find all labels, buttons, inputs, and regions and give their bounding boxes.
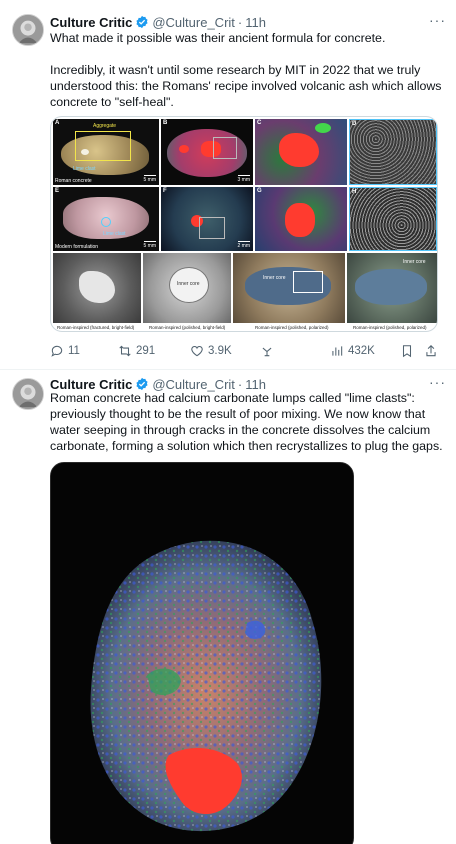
panel-a: A Aggregate Lime clast Roman concrete 5 … bbox=[53, 119, 159, 185]
scale-bar: 3 mm bbox=[237, 175, 250, 183]
tweet-image-lime-clast[interactable] bbox=[50, 462, 354, 844]
tweet-2[interactable]: Culture Critic @Culture_Crit · 11h ··· R… bbox=[0, 370, 456, 844]
aggregate-label: Aggregate bbox=[93, 123, 117, 129]
panel-d: D bbox=[349, 119, 437, 185]
tweet-text-paragraph: Incredibly, it wasn't until some researc… bbox=[50, 63, 442, 109]
bookmark-button[interactable] bbox=[400, 344, 414, 358]
panel-label: C bbox=[257, 120, 262, 126]
reply-count: 11 bbox=[68, 345, 80, 357]
figure-caption: Roman-inspired (polished, polarized) bbox=[255, 325, 329, 330]
lime-clast-label: Lime clast bbox=[73, 166, 96, 172]
panel-h: H bbox=[349, 187, 437, 251]
avatar[interactable] bbox=[12, 378, 44, 410]
panel-f: F 2 mm bbox=[161, 187, 253, 251]
row-label: Modern formulation bbox=[55, 244, 99, 250]
grok-button[interactable] bbox=[260, 344, 274, 358]
like-button[interactable]: 3.9K bbox=[190, 344, 232, 358]
verified-badge-icon bbox=[136, 377, 148, 391]
more-icon[interactable]: ··· bbox=[429, 12, 446, 28]
tweet-actions: 11 291 3.9K 432K bbox=[50, 342, 444, 360]
panel-label: E bbox=[55, 188, 60, 194]
share-icon bbox=[426, 345, 436, 357]
row-label: Roman concrete bbox=[55, 178, 92, 184]
panel-b: B 3 mm bbox=[161, 119, 253, 185]
panel-fractured bbox=[53, 253, 141, 323]
timestamp[interactable]: 11h bbox=[245, 15, 266, 30]
lime-clast-label: Lime clast bbox=[103, 231, 126, 237]
repost-icon bbox=[119, 345, 131, 357]
figure-caption: Roman-inspired (fractured, bright-field) bbox=[57, 325, 135, 330]
scale-bar: 5 mm bbox=[143, 175, 156, 183]
scale-bar: 2 mm bbox=[237, 241, 250, 249]
separator-dot: · bbox=[237, 14, 243, 30]
figure-caption: Roman-inspired (polished, bright-field) bbox=[149, 325, 226, 330]
reply-button[interactable]: 11 bbox=[50, 344, 80, 358]
author-handle[interactable]: @Culture_Crit bbox=[152, 15, 235, 30]
tweet-header: Culture Critic @Culture_Crit · 11h bbox=[50, 12, 444, 32]
panel-label: H bbox=[352, 189, 357, 195]
scale-bar: 5 mm bbox=[143, 241, 156, 249]
verified-badge-icon bbox=[136, 15, 148, 29]
tweet-1[interactable]: Culture Critic @Culture_Crit · 11h ··· W… bbox=[0, 0, 456, 370]
panel-label: D bbox=[352, 121, 357, 127]
panel-e: E Lime clast Modern formulation 5 mm bbox=[53, 187, 159, 251]
grok-icon bbox=[262, 347, 272, 357]
bookmark-icon bbox=[402, 345, 412, 358]
panel-g: G bbox=[255, 187, 347, 251]
share-button[interactable] bbox=[424, 344, 438, 358]
repost-count: 291 bbox=[136, 345, 156, 357]
like-icon bbox=[191, 346, 203, 357]
panel-polished-bright: Inner core bbox=[143, 253, 231, 323]
inner-core-label: Inner core bbox=[403, 259, 426, 265]
author-name[interactable]: Culture Critic bbox=[50, 15, 132, 30]
views-button[interactable]: 432K bbox=[330, 344, 375, 358]
panel-label: F bbox=[163, 188, 167, 194]
concrete-sample-image bbox=[51, 463, 353, 844]
panel-polarized-2: Inner core bbox=[347, 253, 437, 323]
repost-button[interactable]: 291 bbox=[118, 344, 155, 358]
reply-icon bbox=[51, 345, 63, 357]
panel-c: C bbox=[255, 119, 347, 185]
more-icon[interactable]: ··· bbox=[429, 374, 446, 390]
avatar[interactable] bbox=[12, 14, 44, 46]
panel-polarized-1: Inner core bbox=[233, 253, 345, 323]
like-count: 3.9K bbox=[208, 345, 232, 357]
panel-label: A bbox=[55, 120, 60, 126]
views-count: 432K bbox=[348, 345, 375, 357]
tweet-text: Roman concrete had calcium carbonate lum… bbox=[50, 391, 443, 453]
panel-label: B bbox=[163, 120, 168, 126]
tweet-image-figure[interactable]: A Aggregate Lime clast Roman concrete 5 … bbox=[50, 116, 438, 332]
tweet-text-paragraph: What made it possible was their ancient … bbox=[50, 31, 386, 45]
figure-caption: Roman-inspired (polished, polarized) bbox=[353, 325, 427, 330]
panel-label: G bbox=[257, 188, 262, 194]
views-icon bbox=[332, 346, 343, 356]
inner-core-label: Inner core bbox=[177, 281, 200, 287]
inner-core-label: Inner core bbox=[263, 275, 286, 281]
